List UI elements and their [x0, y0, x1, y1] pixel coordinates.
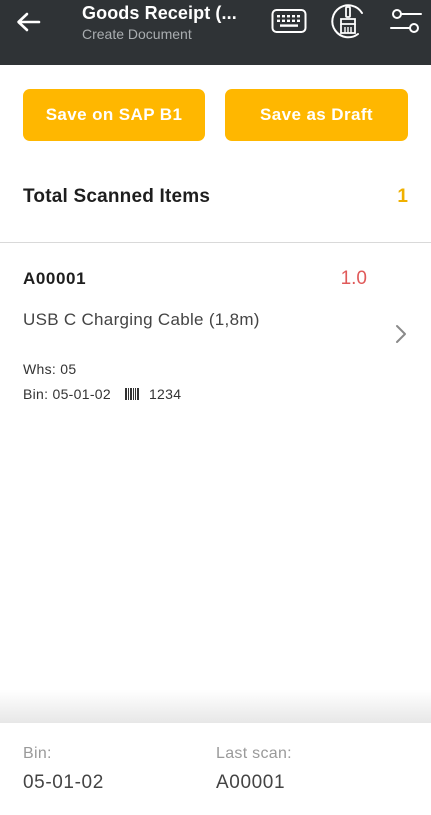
keyboard-icon[interactable]: [270, 4, 308, 38]
item-bin: Bin: 05-01-02: [23, 386, 111, 402]
bin-label: Bin:: [23, 745, 52, 762]
title-block: Goods Receipt (... Create Document: [82, 3, 262, 42]
last-scan-block: Last scan: A00001: [216, 745, 292, 794]
page-title: Goods Receipt (...: [82, 3, 237, 23]
last-scan-value: A00001: [216, 772, 286, 793]
item-quantity: 1.0: [340, 268, 367, 289]
item-warehouse: Whs: 05: [23, 361, 77, 377]
save-on-sap-button[interactable]: Save on SAP B1: [23, 89, 205, 141]
back-arrow-icon[interactable]: [12, 8, 44, 36]
bin-value: 05-01-02: [23, 772, 104, 793]
action-buttons: Save on SAP B1 Save as Draft: [23, 89, 408, 141]
item-name: USB C Charging Cable (1,8m): [23, 310, 260, 329]
last-scan-label: Last scan:: [216, 745, 292, 762]
list-item[interactable]: A00001 1.0 USB C Charging Cable (1,8m) W…: [0, 243, 431, 413]
total-scanned-row: Total Scanned Items 1: [23, 186, 408, 214]
page-subtitle: Create Document: [82, 26, 192, 42]
total-scanned-label: Total Scanned Items: [23, 186, 211, 207]
last-bin-block: Bin: 05-01-02: [23, 745, 104, 794]
app-bar: Goods Receipt (... Create Document: [0, 0, 431, 65]
chevron-right-icon: [396, 325, 406, 343]
item-code: A00001: [23, 269, 87, 288]
bottom-panel-shadow: [0, 690, 431, 723]
item-barcode: 1234: [148, 386, 182, 402]
broom-icon[interactable]: [328, 2, 368, 40]
total-scanned-count: 1: [397, 186, 408, 207]
save-as-draft-button[interactable]: Save as Draft: [225, 89, 408, 141]
item-bin-row: Bin: 05-01-02 1234: [23, 386, 181, 402]
barcode-icon: [124, 388, 139, 400]
filter-settings-icon[interactable]: [389, 4, 423, 38]
scan-status-panel: Bin: 05-01-02 Last scan: A00001: [0, 723, 431, 815]
